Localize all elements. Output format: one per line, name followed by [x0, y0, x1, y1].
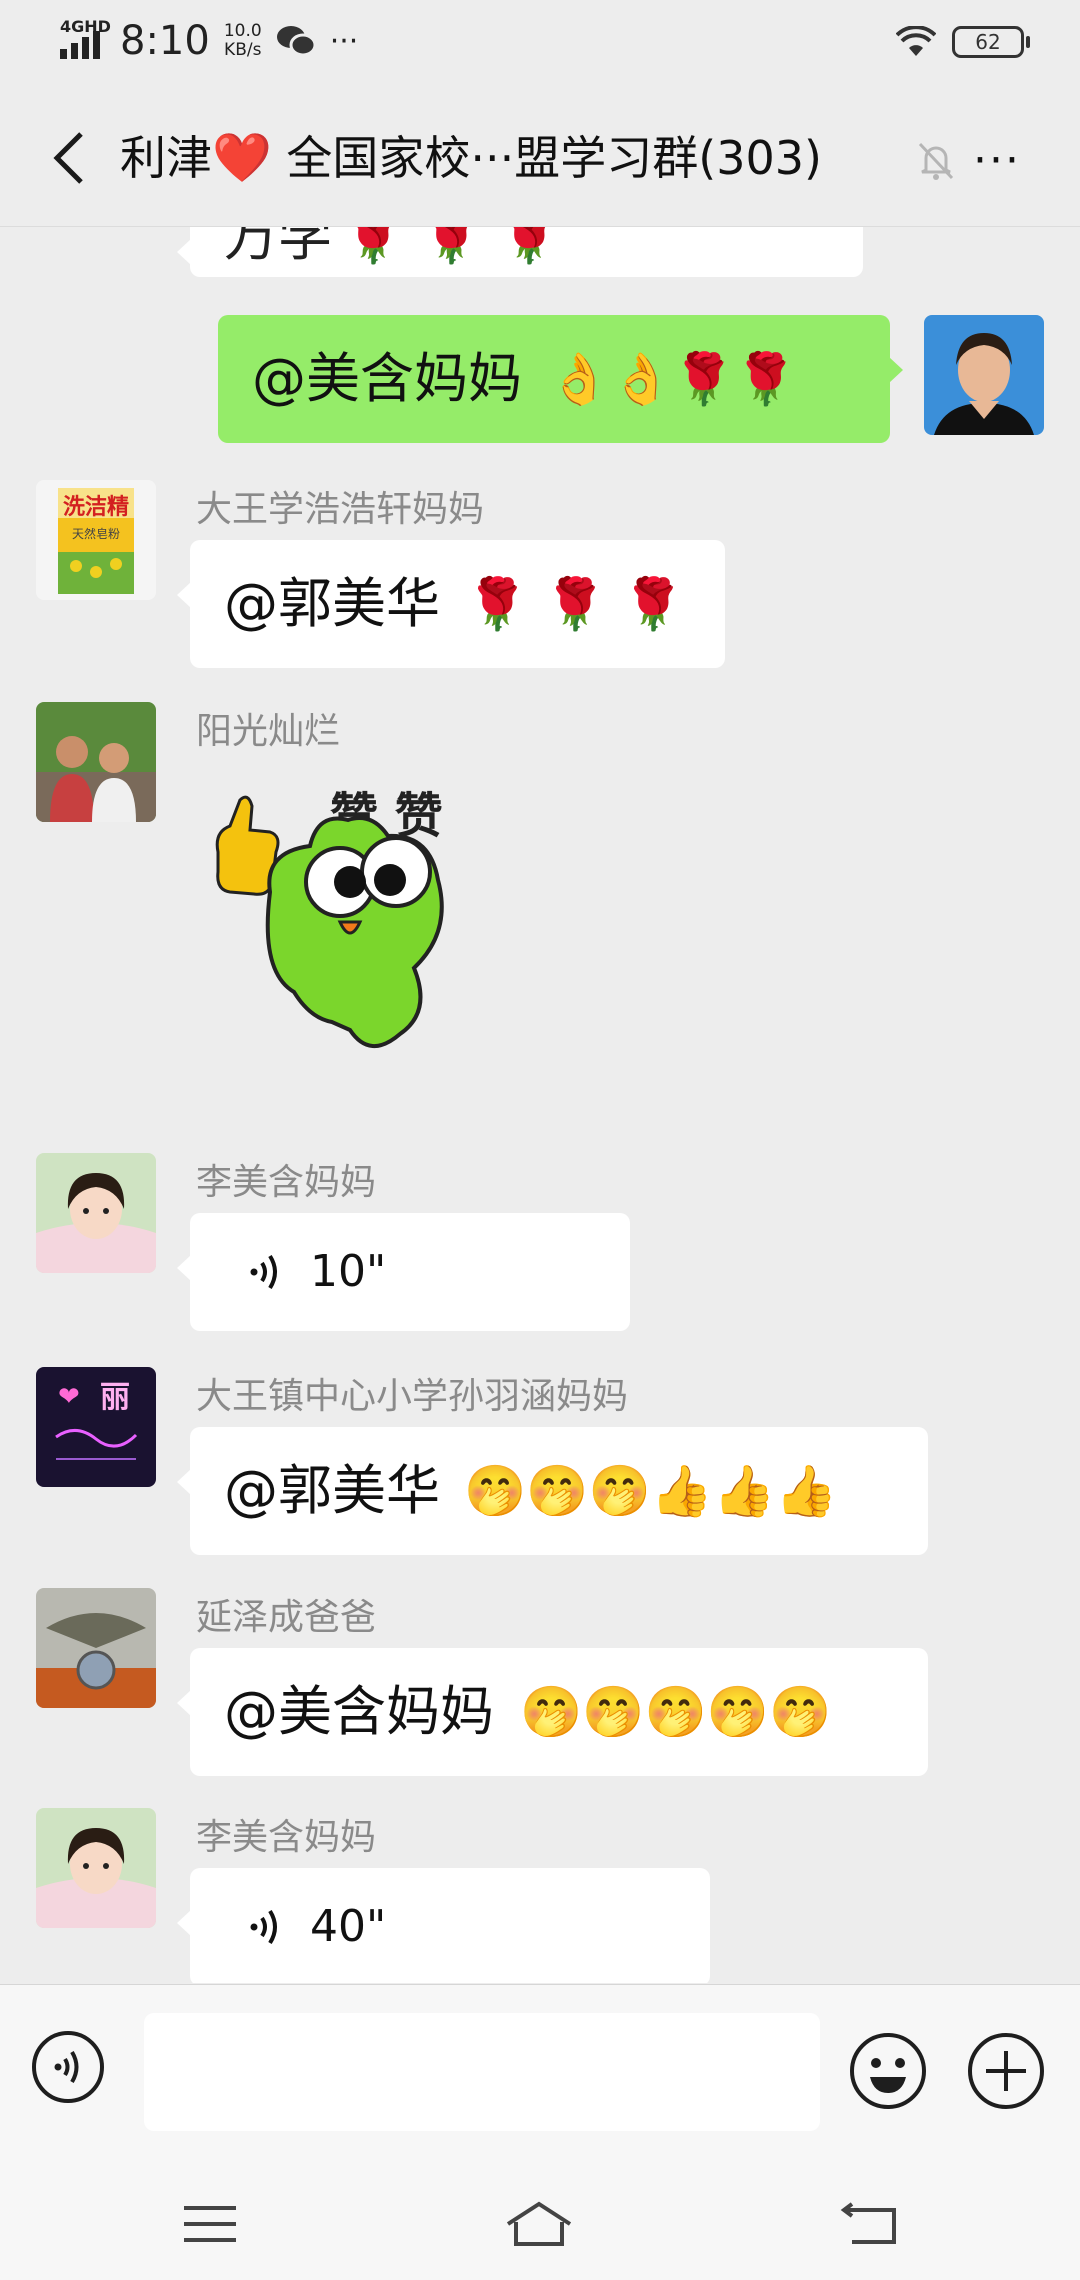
title-prefix: 利津 [120, 131, 212, 185]
sender-name: 阳光灿烂 [196, 711, 341, 752]
sender-name: 李美含妈妈 [196, 1162, 377, 1203]
message-emojis: 🌹 🌹 🌹 [466, 575, 685, 633]
message-emojis: 🤭🤭🤭🤭🤭 [520, 1683, 832, 1741]
system-nav-bar [0, 2152, 1080, 2280]
signal-icon: 4GHD [60, 19, 111, 61]
mute-icon [918, 142, 954, 180]
chat-header: 利津❤️ 全国家校···盟学习群(303) ··· [0, 90, 1080, 227]
wechat-icon [276, 26, 316, 57]
speed-unit: KB/s [224, 40, 262, 60]
sender-name: 延泽成爸爸 [196, 1597, 377, 1638]
status-time: 8:10 [120, 18, 210, 64]
sender-avatar[interactable] [36, 1153, 156, 1273]
sender-avatar[interactable] [36, 702, 156, 822]
chat-title: 利津❤️ 全国家校···盟学习群(303) [120, 120, 910, 196]
product-brand: 洗洁精 [63, 494, 129, 520]
sender-name: 李美含妈妈 [196, 1817, 377, 1858]
sender-name: 大王镇中心小学孙羽涵妈妈 [196, 1376, 629, 1417]
voice-wave-icon [250, 1254, 277, 1290]
sender-avatar[interactable]: ❤ 丽 [36, 1367, 156, 1487]
status-bar: 4GHD 8:10 10.0 KB/s ··· 62 [0, 0, 1080, 90]
back-nav-icon[interactable] [838, 2200, 908, 2250]
more-button[interactable]: ··· [960, 134, 1034, 186]
my-avatar[interactable] [924, 315, 1044, 435]
emoji-icon[interactable] [848, 2031, 928, 2111]
voice-wave-icon [250, 1909, 277, 1945]
sticker-image[interactable]: 赞 赞 [200, 772, 500, 1092]
battery-icon: 62 [952, 26, 1030, 58]
voice-mode-button[interactable] [32, 2031, 104, 2103]
voice-duration: 10" [310, 1246, 387, 1297]
sender-avatar[interactable] [36, 1808, 156, 1928]
heart-emoji: ❤️ [212, 130, 272, 186]
message-text: @郭美华 [224, 1459, 440, 1522]
title-group-name: 全国家校···盟学习群(303) [271, 131, 822, 185]
back-icon [53, 132, 83, 184]
message-emojis: 🤭🤭🤭👍👍👍 [464, 1462, 838, 1520]
sender-avatar[interactable]: 洗洁精 天然皂粉 [36, 480, 156, 600]
text-bubble[interactable]: @美含妈妈 🤭🤭🤭🤭🤭 [177, 1648, 928, 1776]
voice-bubble[interactable]: 10" [177, 1213, 630, 1331]
menu-icon[interactable] [176, 2200, 246, 2250]
svg-text:❤: ❤ [58, 1382, 80, 1412]
home-icon[interactable] [504, 2200, 574, 2250]
voice-duration: 40" [310, 1901, 387, 1952]
text-bubble[interactable]: 万学 🌹 🌹 🌹 [177, 227, 863, 277]
message-emojis: 🌹 🌹 🌹 [342, 227, 561, 266]
speed-value: 10.0 [223, 21, 262, 41]
sender-avatar[interactable] [36, 1588, 156, 1708]
message-input[interactable] [144, 2013, 820, 2131]
text-bubble[interactable]: @郭美华 🌹 🌹 🌹 [177, 540, 725, 668]
back-button[interactable] [40, 130, 96, 186]
battery-level: 62 [975, 30, 1001, 54]
plus-icon[interactable] [966, 2031, 1046, 2111]
more-icon: ··· [973, 134, 1021, 186]
product-sub: 天然皂粉 [72, 526, 120, 541]
voice-mode-icon [54, 2050, 79, 2084]
message-emojis: 👌👌🌹🌹 [548, 350, 798, 408]
message-text: @美含妈妈 [224, 1680, 494, 1743]
message-text: 万学 [224, 227, 332, 268]
sender-name: 大王学浩浩轩妈妈 [196, 489, 485, 530]
voice-bubble[interactable]: 40" [177, 1868, 710, 1983]
status-more: ··· [329, 23, 359, 59]
neon-text: 丽 [100, 1380, 130, 1415]
my-text-bubble[interactable]: @美含妈妈 👌👌🌹🌹 [218, 315, 903, 443]
message-text: @郭美华 [224, 572, 440, 635]
network-speed: 10.0 KB/s [224, 22, 262, 60]
message-text: @美含妈妈 [252, 347, 522, 410]
message-list[interactable]: 万学 🌹 🌹 🌹 @美含妈妈 👌👌🌹🌹 洗洁精 天然皂粉 大王学浩浩轩妈妈 @郭… [0, 227, 1080, 1983]
input-bar [0, 1984, 1080, 2153]
text-bubble[interactable]: @郭美华 🤭🤭🤭👍👍👍 [177, 1427, 928, 1555]
wifi-icon [896, 26, 936, 56]
